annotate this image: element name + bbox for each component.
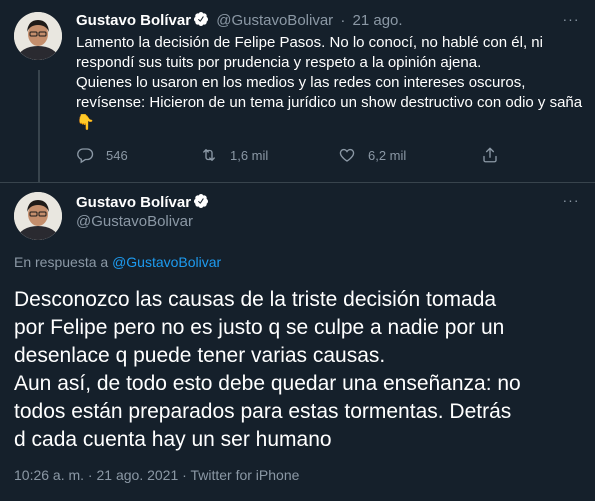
retweet-icon: [203, 149, 215, 161]
like-icon: [339, 148, 355, 162]
handle[interactable]: @GustavoBolivar: [216, 12, 333, 29]
tweet-text: Desconozco las causas de la triste decis…: [14, 286, 584, 454]
tweet-line: Lamento la decisión de Felipe Pasos. No …: [76, 34, 543, 51]
tweet-line: revísense: Hicieron de un tema jurídico …: [76, 94, 583, 111]
share-button[interactable]: [481, 144, 511, 166]
display-name[interactable]: Gustavo Bolívar: [76, 194, 191, 211]
more-icon[interactable]: ···: [561, 193, 581, 213]
tweet-author: Gustavo Bolívar: [76, 193, 209, 211]
tweet-line: Aun así, de todo esto debe quedar una en…: [14, 372, 521, 395]
separator: ·: [340, 12, 346, 29]
share-icon: [483, 147, 497, 163]
verified-badge-icon: [194, 12, 209, 26]
reply-context: En respuesta a @GustavoBolivar: [14, 254, 221, 270]
like-button[interactable]: 6,2 mil: [338, 144, 406, 166]
reply-handle-link[interactable]: @GustavoBolivar: [112, 254, 221, 270]
tweet-text: Lamento la decisión de Felipe Pasos. No …: [76, 33, 583, 133]
tweet-header: Gustavo Bolívar @GustavoBolivar · 21 ago…: [76, 11, 403, 29]
verified-badge-icon: [194, 194, 209, 208]
like-count: 6,2 mil: [368, 147, 407, 163]
tweet-line: Quienes lo usaron en los medios y las re…: [76, 74, 526, 91]
tweet-line: respondí sus tuits por prudencia y respe…: [76, 54, 482, 71]
retweet-button[interactable]: 1,6 mil: [200, 144, 268, 166]
tweet-meta: 10:26 a. m. · 21 ago. 2021 · Twitter for…: [14, 467, 299, 483]
thread-line: [38, 70, 40, 182]
tweet-line: Desconozco las causas de la triste decis…: [14, 288, 497, 311]
separator: ·: [84, 467, 97, 483]
handle[interactable]: @GustavoBolivar: [76, 213, 193, 230]
tweet-source: Twitter for iPhone: [190, 467, 300, 483]
separator: ·: [178, 467, 191, 483]
tweet-line: d cada cuenta hay un ser humano: [14, 428, 332, 451]
reply-prefix: En respuesta a: [14, 254, 113, 270]
tweet-date[interactable]: 21 ago.: [353, 12, 403, 29]
reply-button[interactable]: 546: [76, 144, 128, 166]
reply-count: 546: [106, 147, 128, 163]
divider: [0, 182, 595, 183]
tweet-date[interactable]: 21 ago. 2021: [97, 467, 179, 483]
tweet-time[interactable]: 10:26 a. m.: [14, 467, 84, 483]
pointing-down-emoji: 👇: [76, 114, 95, 131]
more-icon[interactable]: ···: [561, 12, 581, 32]
avatar[interactable]: [14, 12, 62, 60]
display-name[interactable]: Gustavo Bolívar: [76, 12, 191, 29]
tweet-line: por Felipe pero no es justo q se culpe a…: [14, 316, 505, 339]
tweet-line: todos están preparados para estas tormen…: [14, 400, 512, 423]
reply-icon: [77, 148, 94, 164]
tweet-actions: 546 1,6 mil 6,2 mil: [76, 144, 546, 166]
retweet-count: 1,6 mil: [230, 147, 269, 163]
avatar[interactable]: [14, 192, 62, 240]
tweet-line: desenlace q puede tener varias causas.: [14, 344, 386, 367]
